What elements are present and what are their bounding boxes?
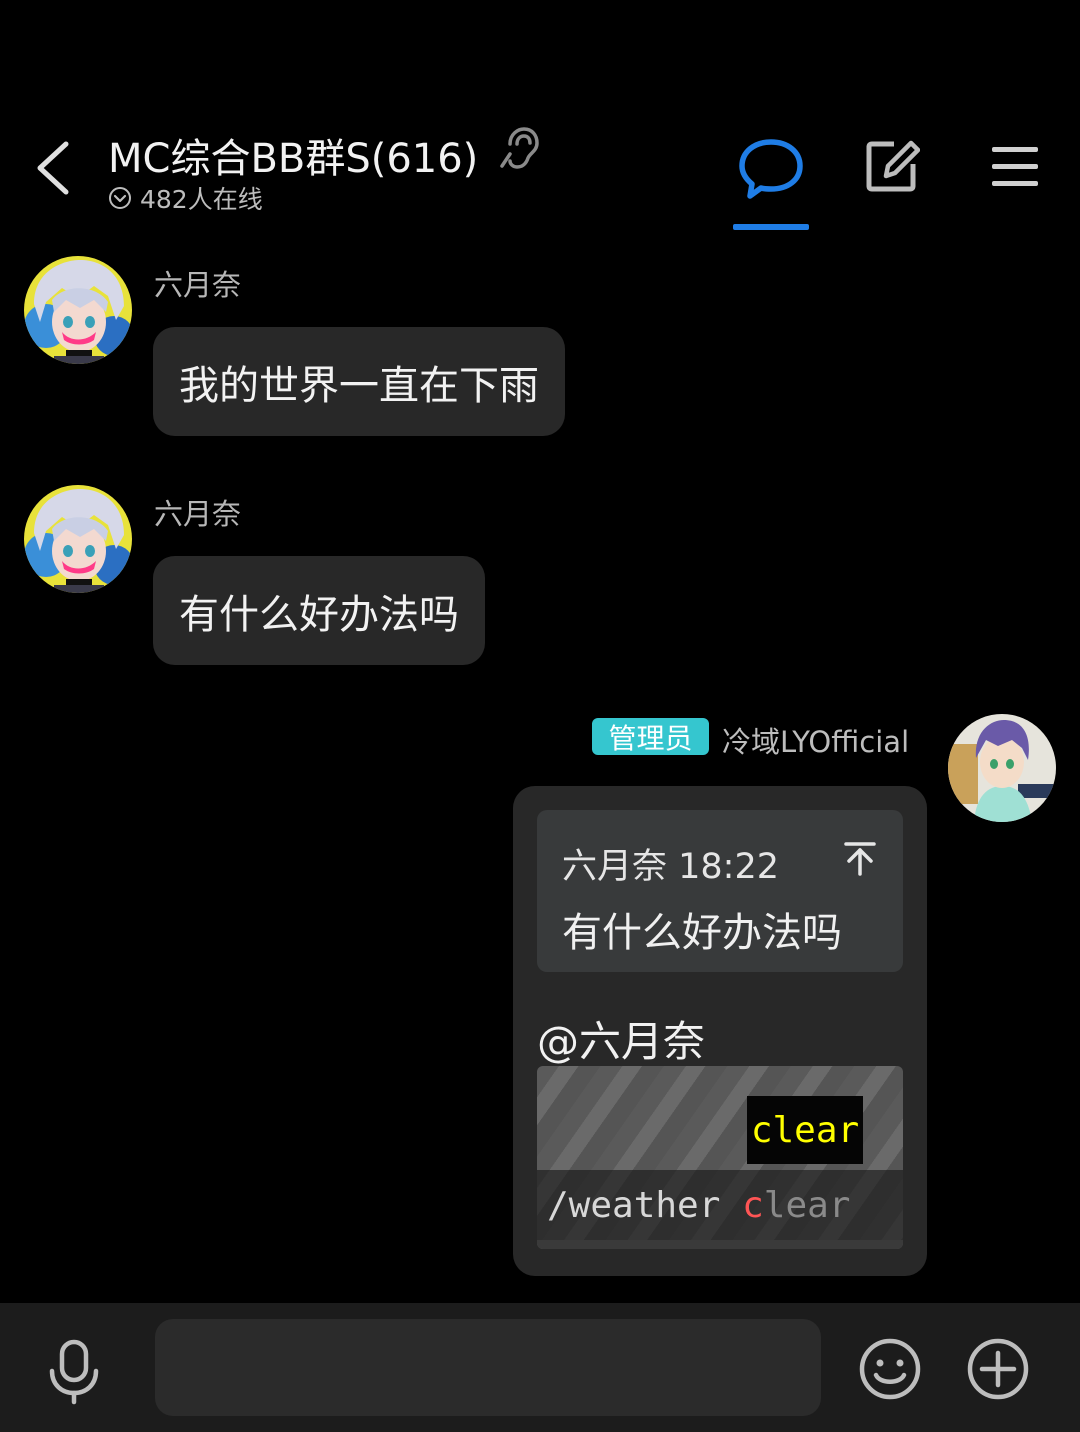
command-typed: c — [742, 1184, 764, 1226]
plus-icon[interactable] — [966, 1337, 1030, 1401]
microphone-icon[interactable] — [44, 1339, 104, 1405]
message-input-bar — [0, 1303, 1080, 1432]
image-bottom-strip — [537, 1240, 903, 1249]
command-prefix: /weather — [547, 1184, 743, 1226]
post-edit-icon[interactable] — [864, 138, 920, 194]
online-count: 482人在线 — [140, 185, 263, 214]
active-tab-indicator — [733, 224, 809, 230]
avatar[interactable] — [948, 714, 1056, 822]
ear-icon[interactable] — [500, 126, 540, 170]
avatar-anime-girl-image — [24, 485, 132, 593]
avatar[interactable] — [24, 485, 132, 593]
message-bubble[interactable]: 有什么好办法吗 — [153, 556, 485, 665]
sender-name[interactable]: 六月奈 — [154, 491, 241, 533]
avatar-anime-girl-image — [24, 256, 132, 364]
group-title[interactable]: MC综合BB群S(616) — [108, 126, 478, 184]
minecraft-screenshot-image[interactable]: clear /weather c lear — [537, 1066, 903, 1249]
back-icon[interactable] — [30, 138, 80, 198]
chat-tab-icon[interactable] — [738, 138, 804, 200]
message-bubble[interactable]: 我的世界一直在下雨 — [153, 327, 565, 436]
jump-to-message-icon[interactable] — [843, 840, 877, 876]
reply-message-bubble[interactable]: 六月奈 18:22 有什么好办法吗 @六月奈 clear /weather cl… — [513, 786, 927, 1276]
quoted-text: 有什么好办法吗 — [562, 910, 842, 956]
avatar-anime-boy-image — [948, 714, 1056, 822]
message-input[interactable] — [155, 1319, 821, 1416]
sender-name[interactable]: 六月奈 — [154, 262, 241, 304]
emoji-icon[interactable] — [858, 1337, 922, 1401]
admin-badge: 管理员 — [592, 718, 709, 755]
quoted-message[interactable]: 六月奈 18:22 有什么好办法吗 — [537, 810, 903, 972]
sender-name[interactable]: 冷域LYOfficial — [722, 719, 909, 761]
menu-icon[interactable] — [990, 144, 1040, 190]
quoted-sender-time: 六月奈 18:22 — [562, 847, 779, 887]
command-completion: lear — [763, 1184, 851, 1226]
chat-header: MC综合BB群S(616) 482人在线 — [0, 0, 1080, 235]
online-status[interactable]: 482人在线 — [108, 180, 263, 216]
online-check-icon — [109, 187, 131, 209]
mention-text[interactable]: @六月奈 — [537, 1008, 705, 1069]
avatar[interactable] — [24, 256, 132, 364]
command-input-line: /weather c lear — [537, 1170, 903, 1240]
command-suggestion: clear — [747, 1096, 863, 1164]
